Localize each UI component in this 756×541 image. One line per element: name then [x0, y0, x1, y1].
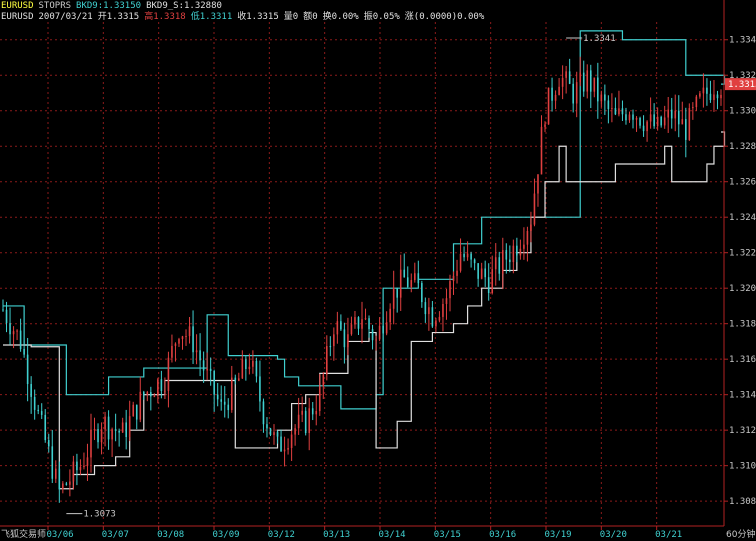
symbol-label-2: EURUSD: [1, 12, 34, 22]
x-tick-label-0: 03/06: [46, 530, 73, 540]
y-tick-label-7: 1.3200: [729, 284, 756, 294]
y-tick-label-8: 1.3180: [729, 320, 756, 330]
y-tick-label-11: 1.3120: [729, 426, 756, 436]
low-value: 低1.3311: [190, 12, 233, 22]
last-price-label: 1.3315: [728, 80, 756, 90]
y-tick-label-10: 1.3140: [729, 391, 756, 401]
x-tick-label-3: 03/09: [212, 530, 239, 540]
bkd9-line: [3, 30, 726, 410]
amplitude-value: 振0.05%: [363, 12, 400, 22]
y-tick-label-2: 1.3300: [729, 107, 756, 117]
quote-header: EURUSD 2007/03/21 开1.3315 高1.3318 低1.3311 收1.…: [1, 12, 489, 23]
indicator-header: EURUSD STOPRS BKD9:1.33150 BKD9_S:1.32880: [1, 1, 227, 12]
x-tick-label-11: 03/21: [655, 530, 682, 540]
bkd9s-value: BKD9_S:1.32880: [146, 1, 222, 11]
indicator-name: STOPRS: [38, 1, 72, 11]
y-tick-label-9: 1.3160: [729, 355, 756, 365]
price-chart[interactable]: 1.33411.3073 1.33401.33201.33001.32801.3…: [0, 0, 756, 541]
candlesticks[interactable]: [2, 56, 722, 503]
x-tick-label-10: 03/20: [600, 530, 627, 540]
y-tick-label-6: 1.3220: [729, 249, 756, 259]
x-tick-label-1: 03/07: [102, 530, 129, 540]
quote-date: 2007/03/21: [38, 12, 93, 22]
y-tick-label-4: 1.3260: [729, 178, 756, 188]
y-axis: 1.33401.33201.33001.32801.32601.32401.32…: [723, 0, 756, 526]
x-tick-label-8: 03/16: [489, 530, 516, 540]
x-tick-label-4: 03/12: [268, 530, 295, 540]
amount-value: 额0: [303, 12, 318, 22]
x-tick-label-6: 03/14: [378, 530, 405, 540]
x-tick-label-5: 03/13: [323, 530, 350, 540]
bkd9-value: BKD9:1.33150: [76, 1, 142, 11]
x-axis: 03/06 03/07 03/08 03/09 03/12 03/13 03/14 03/15…: [0, 525, 724, 540]
bkd9s-line: [3, 131, 726, 490]
brand-label: 飞狐交易师: [1, 528, 46, 540]
bkd9-step-line: [3, 30, 726, 410]
change-value: 涨(0.0000)0.00%: [404, 12, 485, 22]
y-tick-label-13: 1.3080: [729, 497, 756, 507]
annotation-label-0: 1.3341: [583, 34, 616, 44]
period-label: 60分钟: [726, 528, 755, 540]
close-value: 收1.3315: [237, 12, 279, 22]
symbol-label: EURUSD: [1, 1, 34, 11]
y-tick-label-5: 1.3240: [729, 213, 756, 223]
volume-value: 量0: [283, 12, 299, 22]
y-tick-label-3: 1.3280: [729, 142, 756, 152]
open-value: 开1.3315: [97, 12, 140, 22]
annotations: 1.3341 1.3073: [66, 34, 616, 520]
annotation-label-1: 1.3073: [83, 510, 116, 520]
y-tick-label-12: 1.3100: [729, 462, 756, 472]
x-tick-label-2: 03/08: [157, 530, 184, 540]
x-tick-label-7: 03/15: [434, 530, 461, 540]
turnover-value: 换0.00%: [322, 12, 359, 22]
high-value: 高1.3318: [144, 12, 186, 22]
y-tick-label-0: 1.3340: [729, 36, 756, 46]
bkd9s-step-line: [3, 131, 726, 490]
x-tick-label-9: 03/19: [544, 530, 571, 540]
